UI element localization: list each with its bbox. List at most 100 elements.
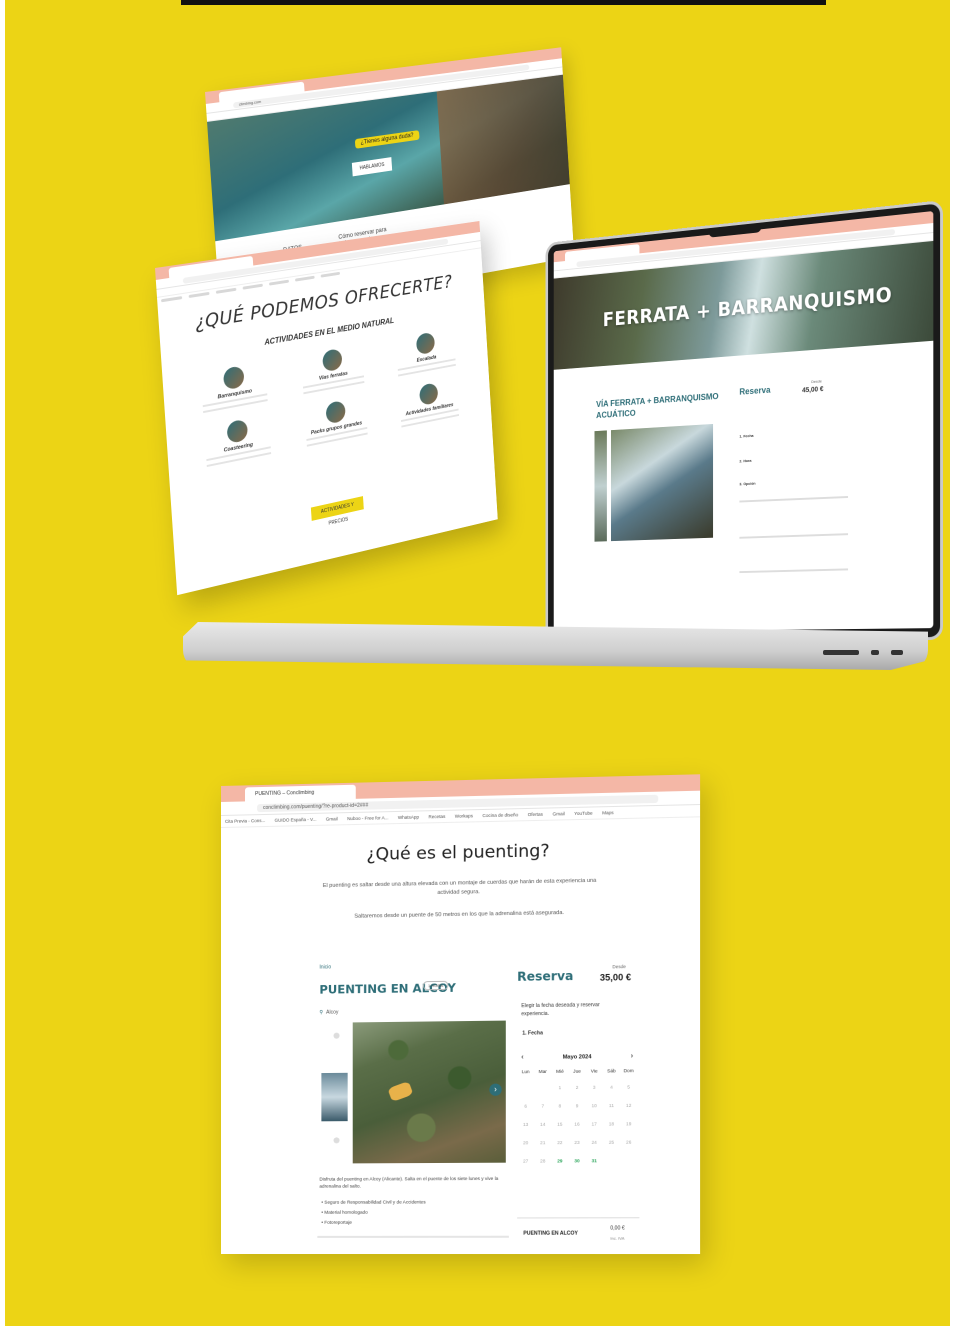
next-month-icon[interactable]: › [631,1050,633,1064]
calendar-day[interactable]: 14 [534,1116,551,1134]
activity-card[interactable]: Coasteering [185,411,289,471]
calendar-day[interactable]: 2 [568,1079,585,1097]
calendar-day[interactable]: 23 [568,1134,585,1152]
bookmark[interactable]: Workaps [455,813,473,818]
summary-price: 0,00 € [610,1225,625,1232]
activity-photo [419,382,439,406]
gallery-thumbnail[interactable] [321,1072,348,1122]
feature-item: • Fotoreportaje [321,1219,352,1225]
divider [739,568,849,574]
gallery-dot[interactable] [333,1032,340,1039]
summary-product: PUENTING EN ALCOY [523,1230,578,1237]
calendar-day[interactable]: 12 [620,1097,637,1116]
location: ⚲ Alcoy [319,1010,338,1016]
step-opcion[interactable]: 3. Opción [739,481,755,487]
calendar-day[interactable]: 1 [551,1079,568,1097]
calendar-days: 1 2 3 4 5 6 7 8 9 10 11 12 13 14 15 16 17 18 19 20 21 22 23 24 2… [517,1078,637,1170]
calendar-day[interactable]: 5 [620,1078,637,1097]
laptop-port [891,650,903,655]
calendar-day[interactable]: 22 [551,1134,568,1152]
bookmark[interactable]: Nuboo - Free for A... [347,815,388,821]
calendar-day[interactable]: 20 [517,1134,534,1152]
product-photo[interactable]: › [352,1020,506,1164]
bookmark[interactable]: YouTube [574,811,592,817]
prev-month-icon[interactable]: ‹ [521,1051,523,1065]
activity-photo [322,348,343,373]
feature-label: Fotoreportaje [324,1219,352,1225]
calendar-day[interactable]: 18 [603,1115,620,1133]
calendar-day[interactable]: 11 [603,1097,620,1115]
calendar-day[interactable]: 7 [534,1097,551,1115]
browser-window-puenting: PUENTING – Conclimbing conclimbing.com/p… [221,774,701,1255]
calendar-week: 13 14 15 16 17 18 19 [517,1115,637,1134]
calendar-day[interactable]: 27 [517,1152,534,1170]
bookmark[interactable]: Ofertas [528,812,543,817]
activity-card[interactable]: Escalada [379,325,472,379]
step-fecha[interactable]: 1. Fecha [739,433,753,439]
activity-card[interactable]: Vías ferratas [283,341,381,397]
activity-photo[interactable] [611,423,714,542]
activity-photo [325,399,346,425]
bookmark[interactable]: Cocina de diseño [482,812,518,818]
weekday: Lun [521,1069,530,1075]
calendar-day[interactable]: 31 [586,1152,603,1170]
weekday: Vie [590,1068,598,1074]
bookmark[interactable]: GUIDO España - V... [275,817,317,823]
activity-card[interactable]: Packs grupos grandes [287,393,385,451]
calendar-day[interactable]: 16 [568,1115,585,1133]
laptop-port [871,650,879,655]
calendar-day[interactable]: 25 [603,1134,620,1152]
calendar-day[interactable]: 28 [534,1152,551,1170]
calendar-empty [517,1079,534,1097]
reserva-heading: Reserva [517,968,574,984]
bookmark[interactable]: Gmail [553,811,565,816]
feature-label: Material homologado [324,1209,368,1215]
calendar-day[interactable]: 19 [620,1115,637,1133]
calendar-day[interactable]: 26 [620,1133,637,1151]
calendar-day[interactable]: 15 [551,1116,568,1134]
bookmark[interactable]: Cita Previa - Cons... [225,818,265,824]
activity-photo [222,365,245,391]
activity-card[interactable]: Barranquismo [182,358,286,416]
bookmark[interactable]: Maps [602,810,613,815]
divider [739,533,849,539]
weekday: Mié [556,1068,564,1074]
activity-photo [415,331,436,356]
calendar-day[interactable]: 29 [551,1152,568,1170]
activity-card[interactable]: Actividades familiares [382,375,475,431]
reserva-instructions: Elegir la fecha deseada y reservar exper… [521,1002,600,1018]
calendar-day[interactable]: 13 [517,1116,534,1134]
location-pin-icon: ⚲ [319,1009,324,1016]
activities-prices-button[interactable]: ACTIVIDADES Y PRECIOS [310,496,364,527]
weekday: Mar [538,1068,547,1075]
location-label: Alcoy [326,1009,339,1016]
intro-text: El puenting es saltar desde una altura e… [322,877,597,896]
gallery-dot[interactable] [333,1137,340,1144]
calendar-day[interactable]: 21 [534,1134,551,1152]
calendar-day[interactable]: 3 [586,1079,603,1097]
gallery-next-icon[interactable]: › [489,1083,502,1096]
calendar-day[interactable]: 6 [517,1097,534,1115]
activity-title: VÍA FERRATA + BARRANQUISMO ACUÁTICO [596,391,719,421]
page-question-heading: ¿Qué es el puenting? [366,841,550,866]
breadcrumb[interactable]: Inicio [319,964,331,970]
date-calendar: ‹ Mayo 2024 › Lun Mar Mié Jue Vie Sáb Do… [517,1050,637,1171]
bookmark[interactable]: Recetas [428,814,445,819]
calendar-day[interactable]: 24 [586,1134,603,1152]
calendar-day[interactable]: 17 [586,1115,603,1133]
bookmark[interactable]: Gmail [326,816,338,821]
help-pill[interactable]: ¿Tienes alguna duda? [354,130,420,149]
calendar-day[interactable]: 10 [586,1097,603,1115]
bookmark[interactable]: WhatsApp [398,814,419,820]
gallery-thumbnails[interactable] [594,430,607,542]
calendar-day[interactable]: 30 [568,1152,585,1170]
calendar-day[interactable]: 4 [603,1078,620,1097]
weekday-row: Lun Mar Mié Jue Vie Sáb Dom [517,1064,637,1079]
step-hora[interactable]: 2. Hora [739,458,751,463]
calendar-day[interactable]: 8 [551,1097,568,1115]
price-value: 45,00 € [802,386,824,395]
top-black-bar [181,0,826,5]
calendar-empty [603,1152,620,1170]
hablamos-button[interactable]: HABLAMOS [351,157,393,177]
calendar-day[interactable]: 9 [568,1097,585,1115]
